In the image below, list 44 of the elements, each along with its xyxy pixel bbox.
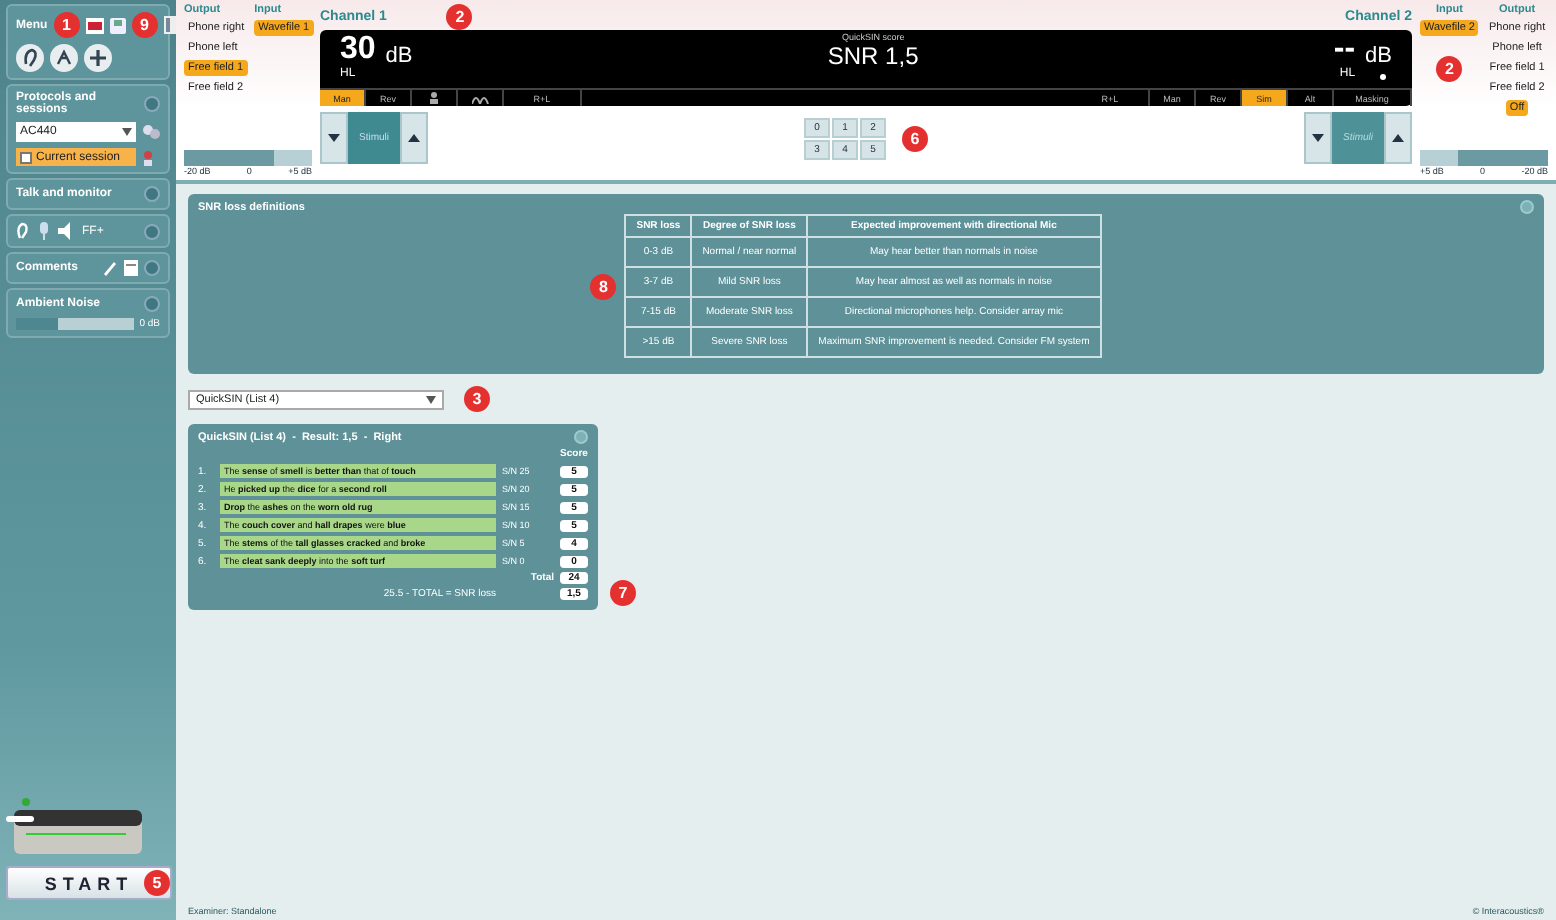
up-triangle-icon [408,134,420,142]
intensity-reading: -- [1333,32,1356,67]
callout-badge: 8 [590,273,617,299]
intensity-reading: 30 [340,32,376,67]
note-icon[interactable] [124,260,138,276]
callout-badge: 7 [610,580,636,606]
exit-icon[interactable] [163,16,176,34]
collapse-icon[interactable] [574,430,588,444]
down-triangle-icon [1312,134,1324,142]
unit-label: dB [385,44,413,68]
increase-button[interactable] [1384,112,1412,164]
callout-badge: 9 [131,12,158,38]
callout-badge: 2 [1436,56,1463,82]
pen-icon[interactable] [102,260,118,276]
callout-badge: 2 [446,3,473,29]
callout-badge: 6 [902,125,928,151]
down-triangle-icon [328,134,340,142]
up-triangle-icon [1392,134,1404,142]
microphone-icon[interactable] [36,222,52,240]
collapse-icon[interactable] [144,223,160,239]
ear-icon[interactable] [16,44,44,72]
collapse-icon[interactable] [144,296,160,312]
callout-badge: 1 [53,12,80,38]
caret-icon [122,128,132,136]
flag-icon[interactable] [85,17,104,33]
ambient-noise-meter [16,318,134,330]
indicator-icon [1380,74,1386,80]
save-icon[interactable] [109,17,126,33]
callout-badge: 3 [464,386,490,412]
add-icon[interactable] [84,44,112,72]
decrease-button[interactable] [1304,112,1332,164]
unit-label: dB [1365,44,1392,68]
level-bar [1420,150,1548,166]
people-icon[interactable] [142,124,160,140]
level-bar [184,150,312,166]
score-value: SNR 1,5 [827,42,919,70]
caret-icon [426,395,436,403]
collapse-icon[interactable] [144,260,160,276]
decrease-button[interactable] [320,112,348,164]
collapse-icon[interactable] [1520,200,1534,214]
speaker-icon[interactable] [58,222,76,240]
collapse-icon[interactable] [144,96,160,112]
increase-button[interactable] [400,112,428,164]
collapse-icon[interactable] [144,186,160,202]
